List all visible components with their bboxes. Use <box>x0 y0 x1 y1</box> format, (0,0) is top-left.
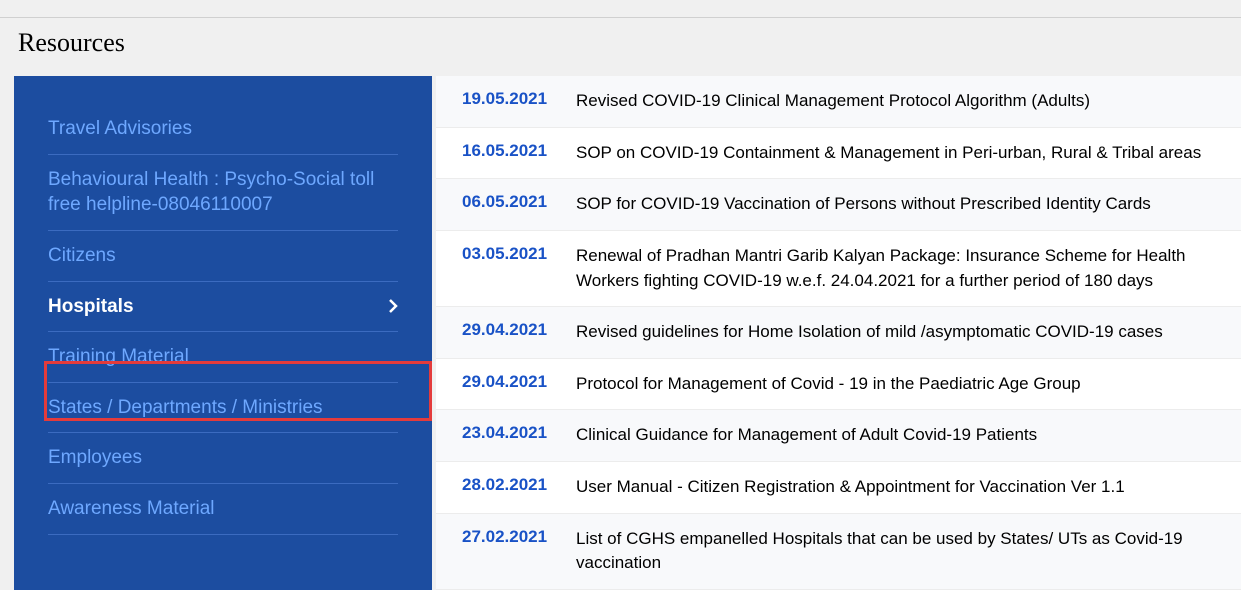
list-item[interactable]: 28.02.2021 User Manual - Citizen Registra… <box>436 462 1241 514</box>
row-date: 27.02.2021 <box>462 527 550 547</box>
row-title: User Manual - Citizen Registration & App… <box>576 475 1231 500</box>
list-item[interactable]: 06.05.2021 SOP for COVID-19 Vaccination o… <box>436 179 1241 231</box>
top-border <box>0 0 1241 18</box>
sidebar-item-label: Awareness Material <box>48 496 223 522</box>
row-date: 03.05.2021 <box>462 244 550 264</box>
row-date: 29.04.2021 <box>462 320 550 340</box>
sidebar-item-label: States / Departments / Ministries <box>48 395 331 421</box>
sidebar-item-label: Training Material <box>48 344 197 370</box>
row-title: SOP for COVID-19 Vaccination of Persons … <box>576 192 1231 217</box>
sidebar-item-2[interactable]: Citizens <box>48 231 398 282</box>
row-title: Protocol for Management of Covid - 19 in… <box>576 372 1231 397</box>
sidebar: Travel Advisories Behavioural Health : Ps… <box>14 76 432 590</box>
row-date: 19.05.2021 <box>462 89 550 109</box>
sidebar-item-label: Hospitals <box>48 294 142 320</box>
row-date: 28.02.2021 <box>462 475 550 495</box>
sidebar-item-6[interactable]: Employees <box>48 433 398 484</box>
row-date: 06.05.2021 <box>462 192 550 212</box>
page-title: Resources <box>18 28 1241 58</box>
row-title: Revised COVID-19 Clinical Management Pro… <box>576 89 1231 114</box>
sidebar-item-label: Travel Advisories <box>48 116 200 142</box>
list-item[interactable]: 03.05.2021 Renewal of Pradhan Mantri Gari… <box>436 231 1241 307</box>
list-item[interactable]: 19.05.2021 Revised COVID-19 Clinical Mana… <box>436 76 1241 128</box>
row-title: Clinical Guidance for Management of Adul… <box>576 423 1231 448</box>
row-date: 16.05.2021 <box>462 141 550 161</box>
list-item[interactable]: 23.04.2021 Clinical Guidance for Manageme… <box>436 410 1241 462</box>
sidebar-item-4[interactable]: Training Material <box>48 332 398 383</box>
sidebar-item-label: Employees <box>48 445 150 471</box>
list-item[interactable]: 29.04.2021 Protocol for Management of Cov… <box>436 359 1241 411</box>
row-date: 29.04.2021 <box>462 372 550 392</box>
sidebar-item-3[interactable]: Hospitals <box>48 282 398 333</box>
sidebar-item-label: Citizens <box>48 243 124 269</box>
row-title: Revised guidelines for Home Isolation of… <box>576 320 1231 345</box>
list-item[interactable]: 16.05.2021 SOP on COVID-19 Containment & … <box>436 128 1241 180</box>
chevron-right-icon <box>388 298 398 314</box>
sidebar-item-0[interactable]: Travel Advisories <box>48 104 398 155</box>
row-title: List of CGHS empanelled Hospitals that c… <box>576 527 1231 576</box>
list-item[interactable]: 29.04.2021 Revised guidelines for Home Is… <box>436 307 1241 359</box>
sidebar-item-1[interactable]: Behavioural Health : Psycho-Social toll … <box>48 155 398 231</box>
row-title: SOP on COVID-19 Containment & Management… <box>576 141 1231 166</box>
content-list: 19.05.2021 Revised COVID-19 Clinical Mana… <box>436 76 1241 590</box>
sidebar-item-7[interactable]: Awareness Material <box>48 484 398 535</box>
row-date: 23.04.2021 <box>462 423 550 443</box>
layout-container: Travel Advisories Behavioural Health : Ps… <box>0 76 1241 590</box>
sidebar-item-label: Behavioural Health : Psycho-Social toll … <box>48 167 398 218</box>
sidebar-item-5[interactable]: States / Departments / Ministries <box>48 383 398 434</box>
row-title: Renewal of Pradhan Mantri Garib Kalyan P… <box>576 244 1231 293</box>
list-item[interactable]: 27.02.2021 List of CGHS empanelled Hospit… <box>436 514 1241 590</box>
